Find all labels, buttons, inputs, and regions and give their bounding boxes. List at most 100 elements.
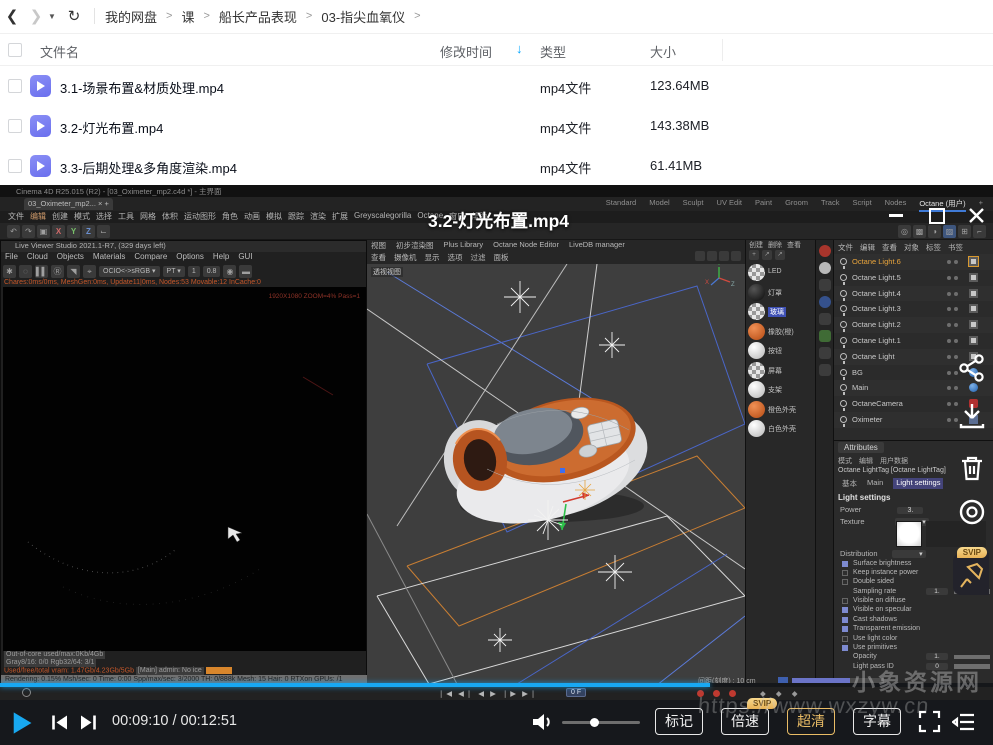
object-menu-item: 编辑 bbox=[860, 242, 875, 253]
object-menu-item: 书签 bbox=[948, 242, 963, 253]
close-button[interactable] bbox=[966, 205, 987, 226]
viewport-menu-item: Plus Library bbox=[444, 240, 484, 251]
divider bbox=[722, 39, 723, 61]
next-button[interactable] bbox=[78, 714, 98, 736]
breadcrumb-separator: > bbox=[166, 10, 172, 22]
power-value: 3. bbox=[897, 507, 923, 514]
breadcrumb-separator: > bbox=[306, 10, 312, 22]
subtitle-button[interactable]: 字幕 bbox=[853, 708, 901, 735]
coords-icon: ⌙ bbox=[97, 225, 110, 238]
back-icon[interactable]: ❮ bbox=[0, 7, 24, 25]
setting-checkbox bbox=[842, 617, 848, 623]
table-row[interactable]: 3.2-灯光布置.mp4 mp4文件 143.38MB bbox=[0, 106, 993, 146]
volume-button[interactable] bbox=[531, 712, 554, 737]
breadcrumb-item[interactable]: 课> bbox=[181, 7, 209, 26]
tab-basic: 基本 bbox=[842, 478, 857, 489]
screen: ❮ ❯ ▼ ↻ 我的网盘> 课> 船长产品表现> 03-指尖血氧仪> 文件名 修改时间… bbox=[0, 0, 993, 745]
previous-button[interactable] bbox=[50, 714, 70, 736]
breadcrumb-item[interactable]: 船长产品表现> bbox=[219, 7, 312, 26]
viewport-icons bbox=[695, 251, 741, 261]
c4d-viewport: 视图初步渲染图Plus LibraryOctane Node EditorLiv… bbox=[367, 240, 745, 685]
row-checkbox[interactable] bbox=[8, 79, 22, 93]
video-file-icon bbox=[30, 115, 51, 137]
record-gif-button[interactable] bbox=[957, 497, 987, 527]
file-name[interactable]: 3.1-场景布置&材质处理.mp4 bbox=[60, 78, 224, 97]
video-content[interactable]: Cinema 4D R25.015 (R2) - [03_Oximeter_mp… bbox=[0, 185, 993, 700]
svg-text:Z: Z bbox=[731, 282, 735, 288]
maximize-button[interactable] bbox=[926, 205, 947, 226]
video-progress-bar[interactable] bbox=[0, 683, 993, 687]
object-item: Octane Light.4 bbox=[834, 286, 993, 302]
download-button[interactable] bbox=[957, 401, 987, 431]
history-caret-icon[interactable]: ▼ bbox=[48, 12, 62, 21]
object-item: Octane Light.6 bbox=[834, 254, 993, 270]
time-display: 00:09:10 / 00:12:51 bbox=[112, 713, 237, 729]
volume-knob[interactable] bbox=[590, 718, 599, 727]
playlist-button[interactable] bbox=[952, 712, 976, 737]
speed-button[interactable]: 倍速 bbox=[721, 708, 769, 735]
play-button[interactable] bbox=[10, 710, 34, 741]
light-settings-header: Light settings bbox=[838, 493, 890, 502]
c4d-menu-item: 创建 bbox=[52, 211, 68, 223]
viewport-menu-item: 查看 bbox=[371, 252, 386, 263]
volume-slider[interactable] bbox=[562, 721, 640, 724]
row-checkbox[interactable] bbox=[8, 119, 22, 133]
file-name[interactable]: 3.3-后期处理&多角度渲染.mp4 bbox=[60, 158, 237, 177]
render-resolution-text: 1920X1080 ZOOM=4% Pass=1 bbox=[269, 293, 360, 300]
maximize-view-icon bbox=[731, 251, 741, 261]
fullscreen-button[interactable] bbox=[918, 710, 941, 738]
add-material-icon: + bbox=[749, 250, 759, 260]
breadcrumb-item[interactable]: 03-指尖血氧仪> bbox=[321, 7, 420, 26]
forward-icon[interactable]: ❯ bbox=[24, 7, 48, 25]
setting-label: Double sided bbox=[853, 578, 894, 585]
column-type[interactable]: 类型 bbox=[540, 42, 566, 61]
viewport-menu-row1: 视图初步渲染图Plus LibraryOctane Node EditorLiv… bbox=[371, 240, 625, 251]
text-tool-icon bbox=[819, 313, 831, 325]
region-icon: ◌ bbox=[19, 265, 32, 278]
object-name: Octane Light.1 bbox=[852, 336, 901, 345]
material-sphere-icon bbox=[748, 401, 765, 418]
table-row[interactable]: 3.1-场景布置&材质处理.mp4 mp4文件 123.64MB bbox=[0, 66, 993, 106]
share-button[interactable] bbox=[957, 353, 987, 383]
record-buttons bbox=[697, 690, 736, 697]
upload-icon: ↗ bbox=[762, 250, 772, 260]
power-label: Power bbox=[840, 505, 861, 514]
material-item: 玻璃 bbox=[747, 302, 815, 322]
breadcrumb-item[interactable]: 我的网盘> bbox=[105, 7, 172, 26]
live-viewer-menu: FileCloudObjectsMaterialsCompareOptionsH… bbox=[5, 252, 253, 261]
material-sphere-icon bbox=[748, 342, 765, 359]
object-name: BG bbox=[852, 368, 863, 377]
row-checkbox[interactable] bbox=[8, 159, 22, 173]
c4d-menu-item: 模拟 bbox=[266, 211, 282, 223]
minimize-button[interactable] bbox=[886, 205, 907, 226]
workspace-tab: Script bbox=[852, 198, 871, 212]
c4d-window-title: Cinema 4D R25.015 (R2) - [03_Oximeter_mp… bbox=[0, 185, 993, 197]
mark-button[interactable]: 标记 bbox=[655, 708, 703, 735]
material-sphere-icon bbox=[748, 323, 765, 340]
quality-button[interactable]: 超清 bbox=[787, 708, 835, 735]
refresh-icon[interactable]: ↻ bbox=[62, 7, 86, 25]
column-size[interactable]: 大小 bbox=[650, 42, 676, 61]
loop-icon bbox=[22, 688, 31, 697]
setting-label: Transparent emission bbox=[853, 625, 920, 632]
setting-checkbox bbox=[842, 645, 848, 651]
keyframe-icons: ◆ ◆ ◆ bbox=[760, 689, 801, 698]
link-icon: ↗ bbox=[775, 250, 785, 260]
light-object-icon bbox=[840, 274, 847, 281]
file-name[interactable]: 3.2-灯光布置.mp4 bbox=[60, 118, 163, 137]
setting-row: Transparent emission bbox=[834, 625, 993, 634]
viewport-label: 透视视图 bbox=[371, 267, 403, 277]
pin-button[interactable]: SVIP bbox=[953, 553, 989, 595]
column-filename[interactable]: 文件名 bbox=[40, 42, 79, 61]
viewport-menu-item: 视图 bbox=[371, 240, 386, 251]
video-file-icon bbox=[30, 155, 51, 177]
object-name: Octane Light.5 bbox=[852, 273, 901, 282]
table-row[interactable]: 3.3-后期处理&多角度渲染.mp4 mp4文件 61.41MB bbox=[0, 146, 993, 186]
live-viewer-menu-item: Materials bbox=[93, 252, 125, 261]
select-all-checkbox[interactable] bbox=[8, 43, 22, 57]
tree-tool-icon bbox=[819, 330, 831, 342]
column-modified[interactable]: 修改时间 bbox=[440, 42, 492, 61]
delete-button[interactable] bbox=[957, 453, 987, 483]
setting-slider bbox=[954, 664, 990, 669]
sort-descending-icon[interactable]: ↓ bbox=[516, 41, 523, 56]
